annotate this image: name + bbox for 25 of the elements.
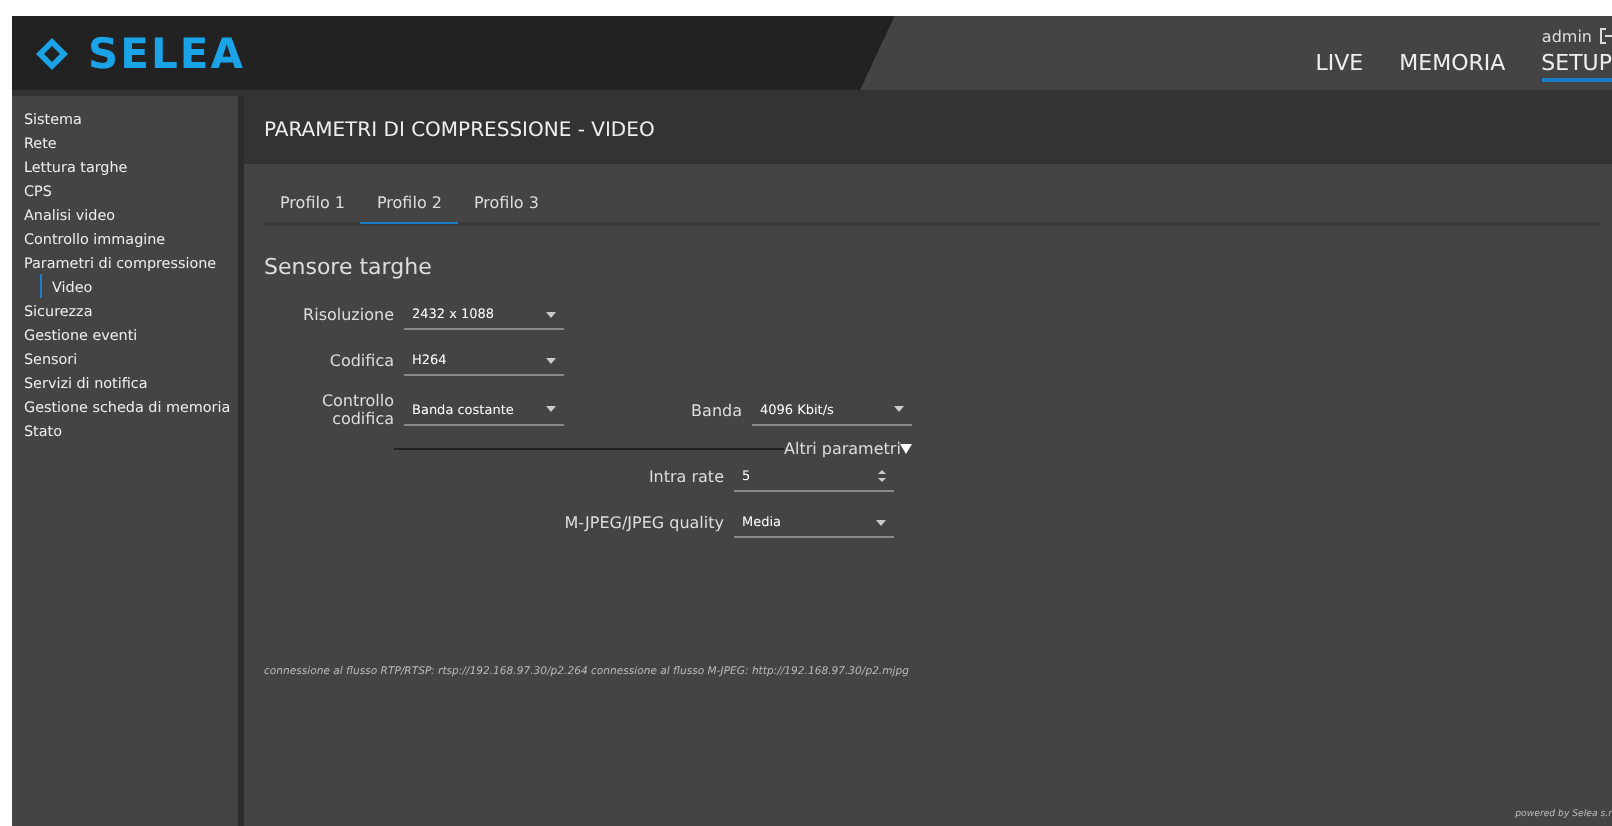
caret-icon: [894, 406, 904, 412]
spinner-arrows-icon: [878, 468, 886, 484]
page-title: PARAMETRI DI COMPRESSIONE - VIDEO: [264, 119, 655, 141]
section-heading: Sensore targhe: [264, 254, 434, 280]
field-label: Codifica: [327, 352, 396, 370]
field-label: Risoluzione: [301, 306, 396, 324]
caret-icon: [546, 357, 556, 363]
caret-icon: [546, 311, 556, 317]
logout-icon[interactable]: [1600, 28, 1612, 44]
nav-tab[interactable]: MEMORIA: [1399, 50, 1506, 82]
triangle-icon: [900, 444, 913, 454]
more-parameters-link[interactable]: Altri parametri: [784, 440, 913, 458]
field-label: Intra rate: [646, 468, 726, 486]
field-label: Controllo codifica: [319, 392, 396, 428]
caret-icon: [876, 519, 886, 525]
logo-text: SELEA: [88, 29, 245, 77]
profile-tab[interactable]: Profilo 3: [457, 188, 555, 224]
user-name: admin: [1541, 27, 1592, 45]
nav-tab[interactable]: LIVE: [1315, 50, 1364, 82]
field-label: Banda: [689, 401, 744, 419]
caret-icon: [546, 406, 556, 412]
nav-tab[interactable]: SETUP: [1541, 50, 1612, 82]
profile-tab[interactable]: Profilo 2: [360, 188, 458, 224]
field-label: M-JPEG/JPEG quality: [562, 514, 726, 532]
profile-tab[interactable]: Profilo 1: [264, 188, 361, 224]
